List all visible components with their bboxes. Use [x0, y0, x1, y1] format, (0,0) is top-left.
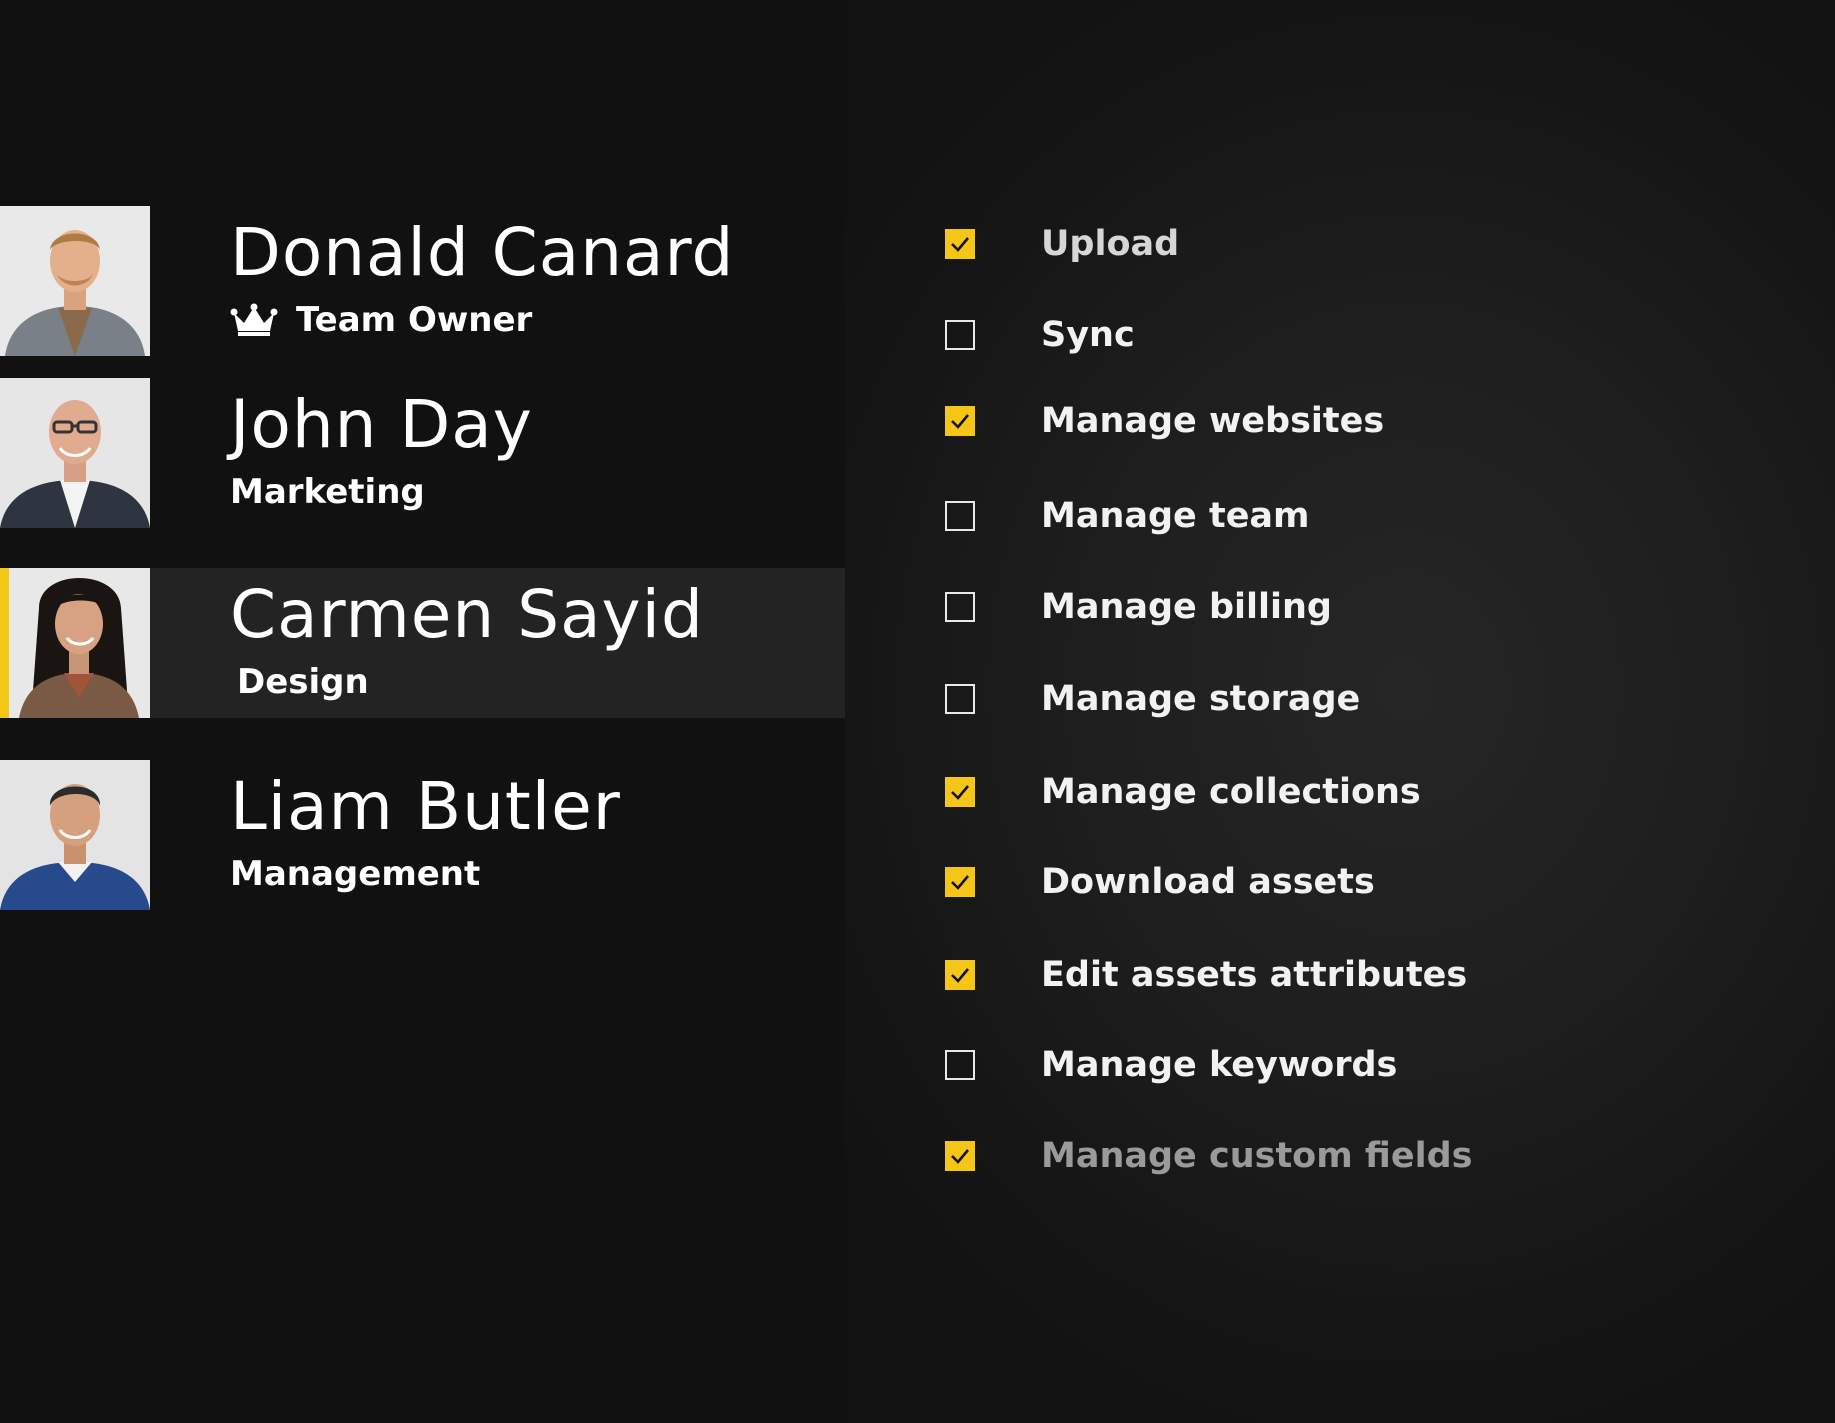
permission-label: Edit assets attributes [1041, 955, 1468, 995]
permission-label: Sync [1041, 315, 1135, 355]
checkbox-checked[interactable] [945, 406, 975, 436]
member-name: Donald Canard [230, 214, 735, 291]
checkbox-unchecked[interactable] [945, 320, 975, 350]
permission-manage-team[interactable]: Manage team [945, 486, 1645, 546]
member-role: Design [237, 662, 369, 702]
permission-label: Manage custom fields [1041, 1136, 1473, 1176]
team-member-list: Donald Canard Team Owner John Day Market… [0, 0, 845, 1423]
member-role: Management [230, 854, 481, 894]
permission-manage-billing[interactable]: Manage billing [945, 577, 1645, 637]
check-icon [951, 1149, 969, 1164]
check-icon [951, 785, 969, 800]
member-row-liam-butler[interactable]: Liam Butler Management [0, 760, 845, 910]
avatar [9, 568, 150, 718]
member-role: Team Owner [230, 300, 532, 340]
permission-label: Download assets [1041, 862, 1375, 902]
permission-manage-keywords[interactable]: Manage keywords [945, 1035, 1645, 1095]
check-icon [951, 414, 969, 429]
avatar [0, 760, 150, 910]
permission-label: Manage websites [1041, 401, 1385, 441]
member-name: Liam Butler [230, 768, 621, 845]
crown-icon [230, 303, 278, 337]
checkbox-unchecked[interactable] [945, 501, 975, 531]
check-icon [951, 875, 969, 890]
permission-manage-custom-fields[interactable]: Manage custom fields [945, 1126, 1645, 1186]
checkbox-unchecked[interactable] [945, 684, 975, 714]
checkbox-checked[interactable] [945, 867, 975, 897]
member-role: Marketing [230, 472, 425, 512]
permission-label: Manage storage [1041, 679, 1361, 719]
member-row-carmen-sayid[interactable]: Carmen Sayid Design [0, 568, 845, 718]
permission-label: Upload [1041, 224, 1180, 264]
permission-edit-assets-attributes[interactable]: Edit assets attributes [945, 945, 1645, 1005]
permission-upload[interactable]: Upload [945, 214, 1645, 274]
checkbox-unchecked[interactable] [945, 592, 975, 622]
member-row-john-day[interactable]: John Day Marketing [0, 378, 845, 528]
permission-label: Manage team [1041, 496, 1310, 536]
selected-indicator [0, 568, 9, 718]
permission-manage-collections[interactable]: Manage collections [945, 762, 1645, 822]
permission-download-assets[interactable]: Download assets [945, 852, 1645, 912]
checkbox-checked[interactable] [945, 777, 975, 807]
check-icon [951, 968, 969, 983]
check-icon [951, 237, 969, 252]
permission-label: Manage collections [1041, 772, 1421, 812]
member-row-donald-canard[interactable]: Donald Canard Team Owner [0, 206, 845, 356]
member-role-label: Team Owner [296, 300, 533, 340]
checkbox-unchecked[interactable] [945, 1050, 975, 1080]
permission-manage-websites[interactable]: Manage websites [945, 391, 1645, 451]
permission-label: Manage keywords [1041, 1045, 1398, 1085]
member-name: Carmen Sayid [230, 576, 704, 653]
checkbox-checked[interactable] [945, 960, 975, 990]
avatar [0, 378, 150, 528]
permission-manage-storage[interactable]: Manage storage [945, 669, 1645, 729]
avatar [0, 206, 150, 356]
permission-label: Manage billing [1041, 587, 1332, 627]
checkbox-checked[interactable] [945, 1141, 975, 1171]
checkbox-checked[interactable] [945, 229, 975, 259]
permission-sync[interactable]: Sync [945, 305, 1645, 365]
member-name: John Day [230, 386, 533, 463]
